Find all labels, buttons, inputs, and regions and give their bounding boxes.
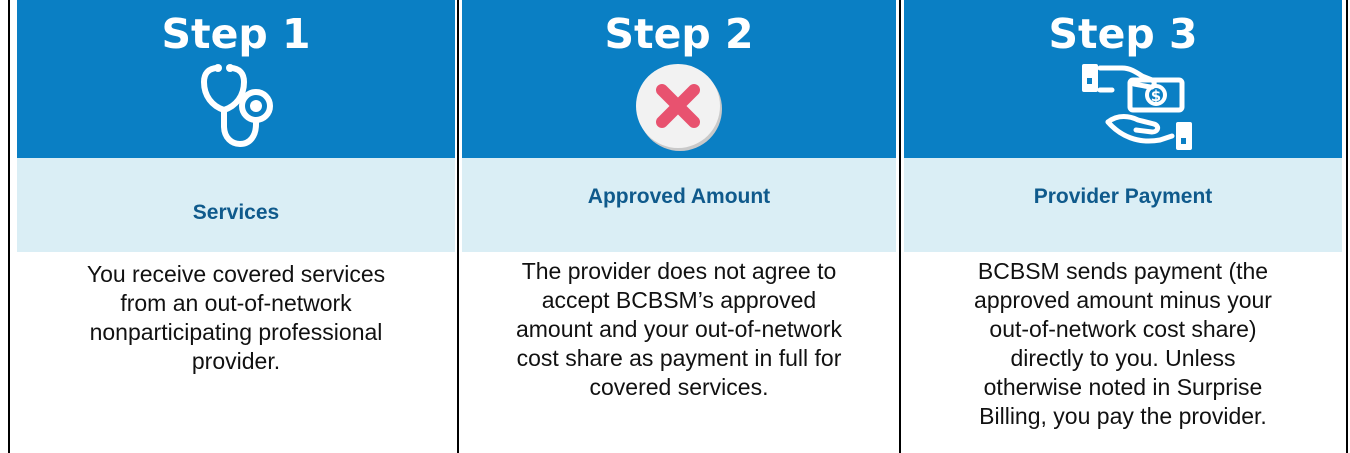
description-line: BCBSM sends payment (the <box>977 258 1269 284</box>
description-line: nonparticipating professional <box>89 319 383 345</box>
step-1-heading: Services <box>192 201 280 224</box>
description-line: approved amount minus your <box>974 287 1272 313</box>
steps-diagram: Step 1 Services You receive covered serv… <box>0 0 1350 453</box>
money-transfer-icon: $ <box>1038 56 1208 156</box>
step-1-description: You receive covered services from an out… <box>17 260 455 376</box>
step-3-description: BCBSM sends payment (the approved amount… <box>904 257 1342 431</box>
description-line: out-of-network cost share) <box>989 316 1257 342</box>
description-line: Billing, you pay the provider. <box>979 403 1267 429</box>
step-1-column: Step 1 Services You receive covered serv… <box>17 0 455 453</box>
description-line: accept BCBSM’s approved <box>541 287 817 313</box>
step-2-header: Step 2 <box>462 0 896 158</box>
step-1-band: Services <box>17 158 455 252</box>
svg-text:$: $ <box>1151 87 1161 105</box>
description-line: from an out-of-network <box>120 290 352 316</box>
step-2-description: The provider does not agree to accept BC… <box>462 257 896 402</box>
divider-2 <box>899 0 901 453</box>
step-3-column: Step 3 $ Provider Payment BCBSM sends pa… <box>904 0 1342 453</box>
step-3-title: Step 3 <box>1048 10 1198 58</box>
step-2-band: Approved Amount <box>462 158 896 252</box>
description-line: You receive covered services <box>86 261 386 287</box>
description-line: amount and your out-of-network <box>515 316 842 342</box>
divider-right <box>1346 0 1348 453</box>
step-3-heading: Provider Payment <box>1033 185 1213 208</box>
description-line: directly to you. Unless <box>1010 345 1236 371</box>
step-2-column: Step 2 Approved Amount The provider does… <box>462 0 896 453</box>
divider-left <box>8 0 10 453</box>
description-line: The provider does not agree to <box>521 258 837 284</box>
step-3-band: Provider Payment <box>904 158 1342 252</box>
step-1-title: Step 1 <box>161 10 311 58</box>
step-3-header: Step 3 $ <box>904 0 1342 158</box>
divider-1 <box>457 0 459 453</box>
step-1-header: Step 1 <box>17 0 455 158</box>
description-line: cost share as payment in full for <box>516 345 842 371</box>
description-line: provider. <box>191 348 281 374</box>
step-2-heading: Approved Amount <box>587 185 771 208</box>
stethoscope-icon <box>196 62 276 152</box>
step-2-title: Step 2 <box>604 10 754 58</box>
description-line: covered services. <box>589 374 769 400</box>
close-circle-icon <box>631 58 727 154</box>
description-line: otherwise noted in Surprise <box>983 374 1263 400</box>
